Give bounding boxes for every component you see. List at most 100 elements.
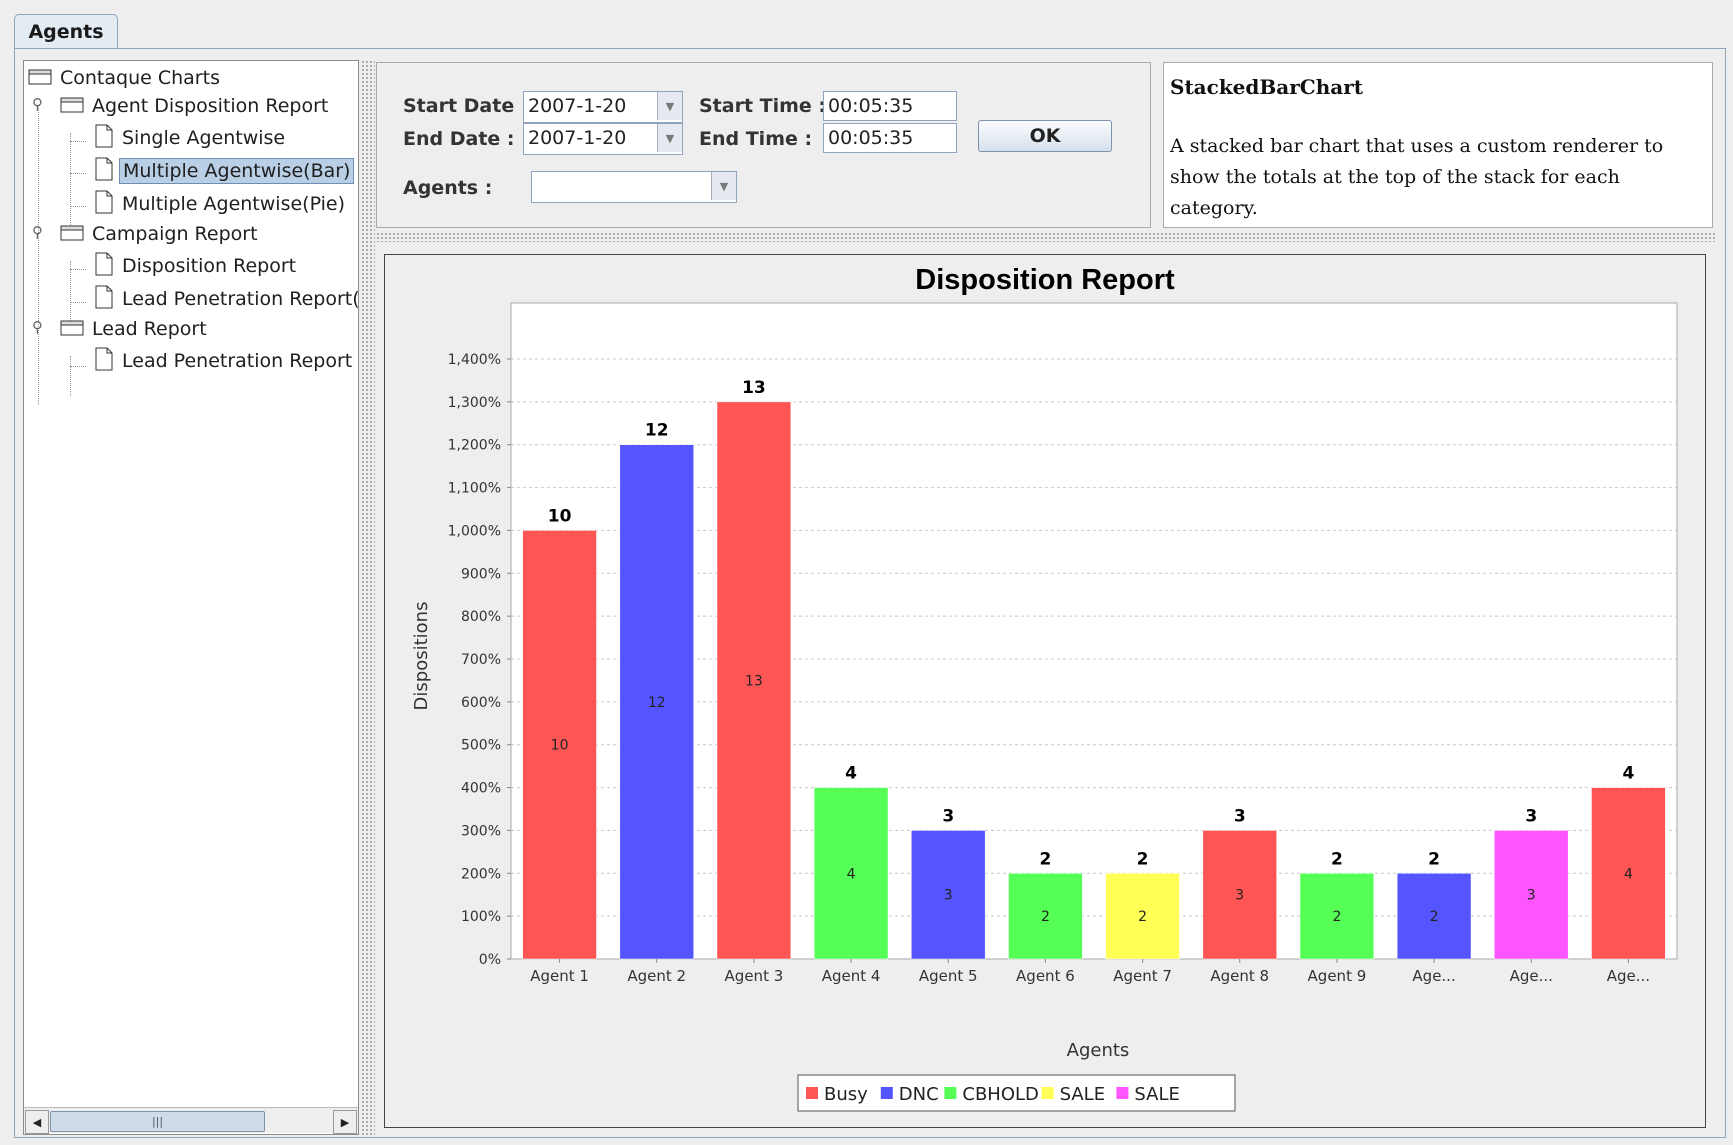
ok-button[interactable]: OK [978,120,1112,152]
x-tick-label: Agent 1 [530,967,589,985]
tree-item-label: Disposition Report [122,255,297,277]
tree-connector [70,366,86,367]
y-tick-label: 200% [461,866,501,882]
bar-total-label: 4 [845,764,857,784]
bar-value-label: 3 [1235,888,1244,904]
folder-icon [60,223,84,246]
tree-connector [38,105,39,405]
start-time-field[interactable]: 00:05:35 [823,91,957,121]
bar-value-label: 2 [1430,909,1439,925]
y-tick-label: 300% [461,823,501,839]
y-tick-label: 0% [479,952,501,968]
tab-agents[interactable]: Agents [14,14,118,49]
x-tick-label: Agent 3 [725,967,784,985]
legend-label: CBHOLD [962,1084,1039,1105]
tree-item-single-agentwise[interactable]: Single Agentwise [94,124,288,152]
scroll-right-icon[interactable]: ▶ [333,1110,357,1134]
y-tick-label: 1,000% [448,523,501,539]
y-tick-label: 1,200% [448,438,501,454]
start-time-label: Start Time : [699,95,827,117]
legend-swatch [1041,1087,1054,1099]
y-axis-label: Dispositions [411,602,432,711]
tree-root-label: Contaque Charts [60,67,220,89]
legend-label: SALE [1134,1084,1179,1105]
y-tick-label: 100% [461,909,501,925]
tree-item-label: Single Agentwise [122,127,286,149]
x-tick-label: Age... [1607,967,1650,985]
x-tick-label: Agent 7 [1113,967,1172,985]
tree-group-lead-report[interactable]: Lead Report [60,315,210,343]
tree-item-multiple-agentwise-bar[interactable]: Multiple Agentwise(Bar) [94,157,355,186]
y-tick-label: 1,400% [448,352,501,368]
scroll-left-icon[interactable]: ◀ [25,1110,49,1134]
tree-connector [70,302,86,303]
description-title: StackedBarChart [1170,75,1363,99]
y-tick-label: 600% [461,695,501,711]
tree-group-label: Agent Disposition Report [92,95,329,117]
expand-handle-icon[interactable]: ⚲ [32,95,43,113]
tree-group-campaign-report[interactable]: Campaign Report [60,220,261,248]
tree-group-agent-disposition[interactable]: Agent Disposition Report [60,92,331,120]
x-tick-label: Agent 2 [627,967,686,985]
bar-value-label: 12 [648,695,666,711]
bar-total-label: 3 [942,806,954,826]
expand-handle-icon[interactable]: ⚲ [32,223,43,241]
bar-value-label: 2 [1041,909,1050,925]
x-tick-label: Agent 5 [919,967,978,985]
tree-item-lead-penetration-report-campaign[interactable]: Lead Penetration Report( [94,285,363,313]
start-date-value: 2007-1-20 [528,95,627,117]
start-date-combo[interactable]: 2007-1-20 ▼ [523,91,683,123]
bar-total-label: 10 [548,506,572,526]
bar-total-label: 4 [1622,764,1634,784]
end-date-label: End Date : [403,128,515,150]
bar-total-label: 3 [1234,806,1246,826]
chevron-down-icon[interactable]: ▼ [657,124,682,152]
tree-connector [70,173,86,174]
y-tick-label: 800% [461,609,501,625]
tree-item-lead-penetration-report[interactable]: Lead Penetration Report [94,347,355,375]
expand-handle-icon[interactable]: ⚲ [32,318,43,336]
description-text: A stacked bar chart that uses a custom r… [1170,135,1664,219]
y-tick-label: 700% [461,652,501,668]
legend-swatch [880,1087,893,1099]
tree-group-label: Lead Report [92,318,207,340]
bar-value-label: 2 [1138,909,1147,925]
document-icon [94,347,114,376]
tree-item-disposition-report[interactable]: Disposition Report [94,252,299,280]
end-time-field[interactable]: 00:05:35 [823,123,957,153]
legend-label: Busy [824,1084,868,1105]
document-icon [94,124,114,153]
chevron-down-icon[interactable]: ▼ [711,172,736,200]
tree-item-label: Lead Penetration Report( [122,288,360,310]
tree-connector [70,356,71,396]
legend-label: SALE [1060,1084,1105,1105]
bar-value-label: 3 [944,888,953,904]
chevron-down-icon[interactable]: ▼ [657,92,682,120]
tree-horizontal-scrollbar[interactable]: ◀ ||| ▶ [24,1107,358,1134]
x-tick-label: Agent 8 [1210,967,1269,985]
tree-root[interactable]: Contaque Charts [28,64,223,92]
tree-item-multiple-agentwise-pie[interactable]: Multiple Agentwise(Pie) [94,190,348,218]
legend: Busy DNC CBHOLD SALE SALE [797,1074,1236,1112]
end-date-combo[interactable]: 2007-1-20 ▼ [523,123,683,155]
agents-combo[interactable]: ▼ [531,171,737,203]
bar-total-label: 2 [1331,849,1343,869]
end-time-label: End Time : [699,128,813,150]
bar-value-label: 4 [1624,866,1633,882]
vertical-split-divider[interactable] [361,60,375,1135]
y-tick-label: 900% [461,566,501,582]
legend-swatch [944,1087,957,1099]
bar-value-label: 10 [551,738,569,754]
folder-icon [60,318,84,341]
document-icon [94,157,114,186]
horizontal-split-divider[interactable] [376,232,1716,242]
tree-connector [70,206,86,207]
bar-value-label: 3 [1527,888,1536,904]
tree-connector [70,269,86,270]
y-tick-label: 400% [461,781,501,797]
bar-total-label: 2 [1039,849,1051,869]
scroll-thumb[interactable]: ||| [50,1111,265,1132]
tree-item-label: Multiple Agentwise(Bar) [119,158,355,184]
tree-group-label: Campaign Report [92,223,258,245]
chart-title: Disposition Report [915,264,1175,296]
